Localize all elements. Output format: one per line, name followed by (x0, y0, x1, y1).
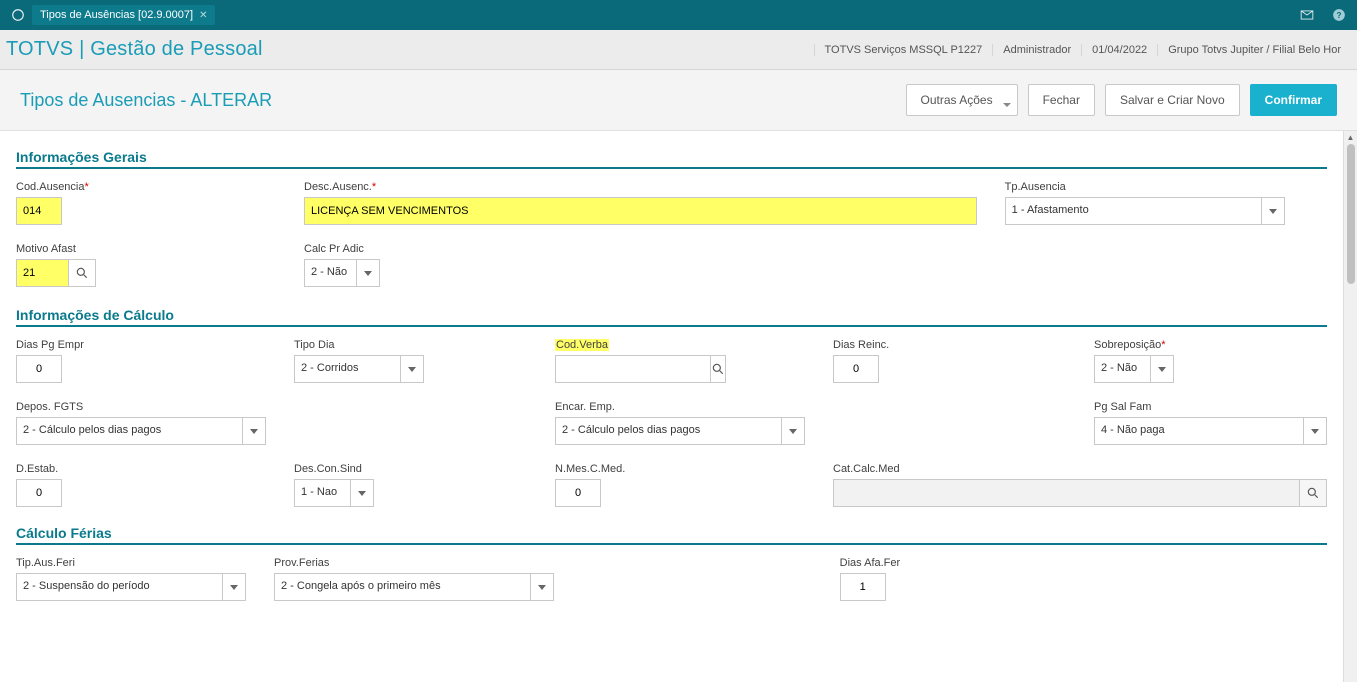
label-sobreposicao: Sobreposição (1094, 339, 1327, 351)
tab-label: Tipos de Ausências [02.9.0007] (40, 9, 193, 21)
label-des-con-sind: Des.Con.Sind (294, 463, 527, 475)
chevron-down-icon[interactable] (781, 417, 805, 445)
fechar-button[interactable]: Fechar (1028, 84, 1095, 116)
page-subheader: Tipos de Ausencias - ALTERAR Outras Açõe… (0, 70, 1357, 131)
label-tip-aus-feri: Tip.Aus.Feri (16, 557, 246, 569)
section-informacoes-calculo: Informações de Cálculo (16, 307, 1327, 327)
chevron-down-icon[interactable] (400, 355, 424, 383)
help-icon[interactable]: ? (1329, 5, 1349, 25)
depos-fgts-select[interactable]: 2 - Cálculo pelos dias pagos (16, 417, 266, 445)
tipo-dia-select[interactable]: 2 - Corridos (294, 355, 424, 383)
label-cod-ausencia: Cod.Ausencia (16, 181, 276, 193)
chevron-down-icon[interactable] (350, 479, 374, 507)
d-estab-input[interactable] (16, 479, 62, 507)
outras-acoes-button[interactable]: Outras Ações (906, 84, 1018, 116)
label-depos-fgts: Depos. FGTS (16, 401, 266, 413)
section-calculo-ferias: Cálculo Férias (16, 525, 1327, 545)
label-calc-pr-adic: Calc Pr Adic (304, 243, 626, 255)
sobreposicao-select[interactable]: 2 - Não (1094, 355, 1174, 383)
label-cat-calc-med: Cat.Calc.Med (833, 463, 1327, 475)
label-encar-emp: Encar. Emp. (555, 401, 805, 413)
form-content: Informações Gerais Cod.Ausencia Desc.Aus… (0, 131, 1343, 682)
pg-sal-fam-select[interactable]: 4 - Não paga (1094, 417, 1327, 445)
n-mes-c-med-input[interactable] (555, 479, 601, 507)
tp-ausencia-select[interactable]: 1 - Afastamento (1005, 197, 1285, 225)
label-tp-ausencia: Tp.Ausencia (1005, 181, 1327, 193)
calc-pr-adic-select[interactable]: 2 - Não (304, 259, 380, 287)
label-pg-sal-fam: Pg Sal Fam (1094, 401, 1327, 413)
chevron-down-icon[interactable] (530, 573, 554, 601)
scroll-thumb[interactable] (1347, 144, 1355, 284)
label-n-mes-c-med: N.Mes.C.Med. (555, 463, 805, 475)
cod-verba-input[interactable] (555, 355, 710, 383)
label-dias-reinc: Dias Reinc. (833, 339, 1066, 351)
mail-icon[interactable] (1297, 5, 1317, 25)
brand-title: TOTVS | Gestão de Pessoal (6, 38, 263, 61)
salvar-criar-novo-button[interactable]: Salvar e Criar Novo (1105, 84, 1240, 116)
des-con-sind-select[interactable]: 1 - Nao (294, 479, 374, 507)
dias-pg-empr-input[interactable] (16, 355, 62, 383)
search-icon[interactable] (710, 355, 726, 383)
title-bar: Tipos de Ausências [02.9.0007] ✕ ? (0, 0, 1357, 30)
dias-reinc-input[interactable] (833, 355, 879, 383)
chevron-down-icon[interactable] (1150, 355, 1174, 383)
chevron-down-icon[interactable] (1303, 417, 1327, 445)
app-header: TOTVS | Gestão de Pessoal TOTVS Serviços… (0, 30, 1357, 70)
desc-ausenc-input[interactable] (304, 197, 977, 225)
label-dias-afa-fer: Dias Afa.Fer (840, 557, 1070, 569)
server-info: TOTVS Serviços MSSQL P1227 (814, 44, 993, 56)
page-title: Tipos de Ausencias - ALTERAR (20, 90, 272, 111)
close-icon[interactable]: ✕ (199, 10, 207, 21)
vertical-scrollbar[interactable]: ▲ (1343, 131, 1357, 682)
label-cod-verba: Cod.Verba (555, 339, 609, 351)
cod-ausencia-input[interactable] (16, 197, 62, 225)
user-info: Administrador (992, 44, 1081, 56)
search-icon[interactable] (68, 259, 96, 287)
encar-emp-select[interactable]: 2 - Cálculo pelos dias pagos (555, 417, 805, 445)
group-info: Grupo Totvs Jupiter / Filial Belo Hor (1157, 44, 1351, 56)
label-tipo-dia: Tipo Dia (294, 339, 527, 351)
tab-tipos-ausencias[interactable]: Tipos de Ausências [02.9.0007] ✕ (32, 5, 215, 25)
svg-text:?: ? (1337, 11, 1342, 20)
label-d-estab: D.Estab. (16, 463, 266, 475)
prov-ferias-select[interactable]: 2 - Congela após o primeiro mês (274, 573, 554, 601)
chevron-down-icon[interactable] (242, 417, 266, 445)
label-prov-ferias: Prov.Ferias (274, 557, 554, 569)
chevron-down-icon[interactable] (1261, 197, 1285, 225)
label-dias-pg-empr: Dias Pg Empr (16, 339, 266, 351)
label-desc-ausenc: Desc.Ausenc. (304, 181, 977, 193)
confirmar-button[interactable]: Confirmar (1250, 84, 1337, 116)
cat-calc-med-input[interactable] (833, 479, 1299, 507)
tip-aus-feri-select[interactable]: 2 - Suspensão do período (16, 573, 246, 601)
search-icon[interactable] (1299, 479, 1327, 507)
chevron-down-icon[interactable] (222, 573, 246, 601)
app-menu-icon[interactable] (8, 5, 28, 25)
section-informacoes-gerais: Informações Gerais (16, 149, 1327, 169)
scroll-up-icon[interactable]: ▲ (1347, 133, 1355, 142)
dias-afa-fer-input[interactable] (840, 573, 886, 601)
label-motivo-afast: Motivo Afast (16, 243, 276, 255)
motivo-afast-input[interactable] (16, 259, 68, 287)
chevron-down-icon[interactable] (356, 259, 380, 287)
date-info: 01/04/2022 (1081, 44, 1157, 56)
